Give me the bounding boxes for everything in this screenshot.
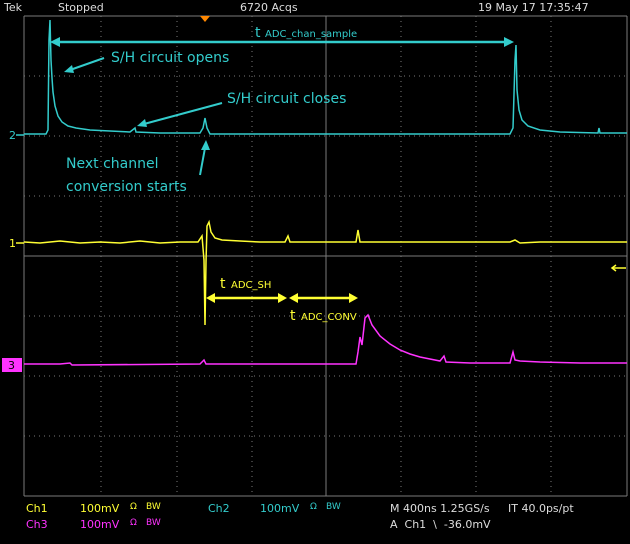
interpolation-readout: IT 40.0ps/pt xyxy=(508,502,574,515)
t-adc-conv-label: t xyxy=(290,308,296,324)
t-adc-sh-arrow xyxy=(206,293,287,303)
t-adc-conv-arrow xyxy=(289,293,358,303)
svg-text:2: 2 xyxy=(9,129,16,142)
waveform-display: 2 1 3 t ADC_chan_sample S/H circuit open… xyxy=(2,15,628,497)
ch3-marker: 3 xyxy=(2,358,22,372)
ch1-marker: 1 xyxy=(9,237,24,250)
trigger-readout: A Ch1 \ -36.0mV xyxy=(390,518,491,531)
ch1-scale: 100mV xyxy=(80,502,120,515)
t-adc-sh-subscript: ADC_SH xyxy=(231,280,271,291)
ch1-bw-icon: BW xyxy=(146,502,161,512)
t-adc-conv-subscript: ADC_CONV xyxy=(301,312,357,323)
sh-opens-arrow xyxy=(64,57,105,73)
ch3-label: Ch3 xyxy=(26,518,48,531)
ch3-coupling-icon: Ω xyxy=(130,518,137,528)
ch1-coupling-icon: Ω xyxy=(130,502,137,512)
channel-settings-bar: Ch1 100mV Ω BW Ch2 100mV Ω BW M 400ns 1.… xyxy=(0,496,630,544)
next-channel-arrow xyxy=(199,140,210,176)
t-chan-sample-label: t xyxy=(255,25,261,41)
trigger-level-arrow xyxy=(610,264,626,272)
sh-closes-arrow xyxy=(137,102,223,127)
next-channel-label-line2: conversion starts xyxy=(66,179,187,195)
next-channel-label-line1: Next channel xyxy=(66,156,158,172)
timebase-readout: M 400ns 1.25GS/s xyxy=(390,502,490,515)
ch3-bw-icon: BW xyxy=(146,518,161,528)
trigger-position-marker xyxy=(200,16,210,22)
ch3-scale: 100mV xyxy=(80,518,120,531)
graticule xyxy=(23,15,628,497)
t-adc-sh-label: t xyxy=(220,276,226,292)
ch2-marker: 2 xyxy=(9,129,24,142)
ch2-coupling-icon: Ω xyxy=(310,502,317,512)
svg-text:1: 1 xyxy=(9,237,16,250)
sh-opens-label: S/H circuit opens xyxy=(111,50,229,66)
ch2-label: Ch2 xyxy=(208,502,230,515)
ch2-bw-icon: BW xyxy=(326,502,341,512)
svg-text:3: 3 xyxy=(8,359,15,372)
ch1-label: Ch1 xyxy=(26,502,48,515)
ch2-scale: 100mV xyxy=(260,502,300,515)
sh-closes-label: S/H circuit closes xyxy=(227,91,346,107)
t-chan-sample-subscript: ADC_chan_sample xyxy=(265,29,357,40)
